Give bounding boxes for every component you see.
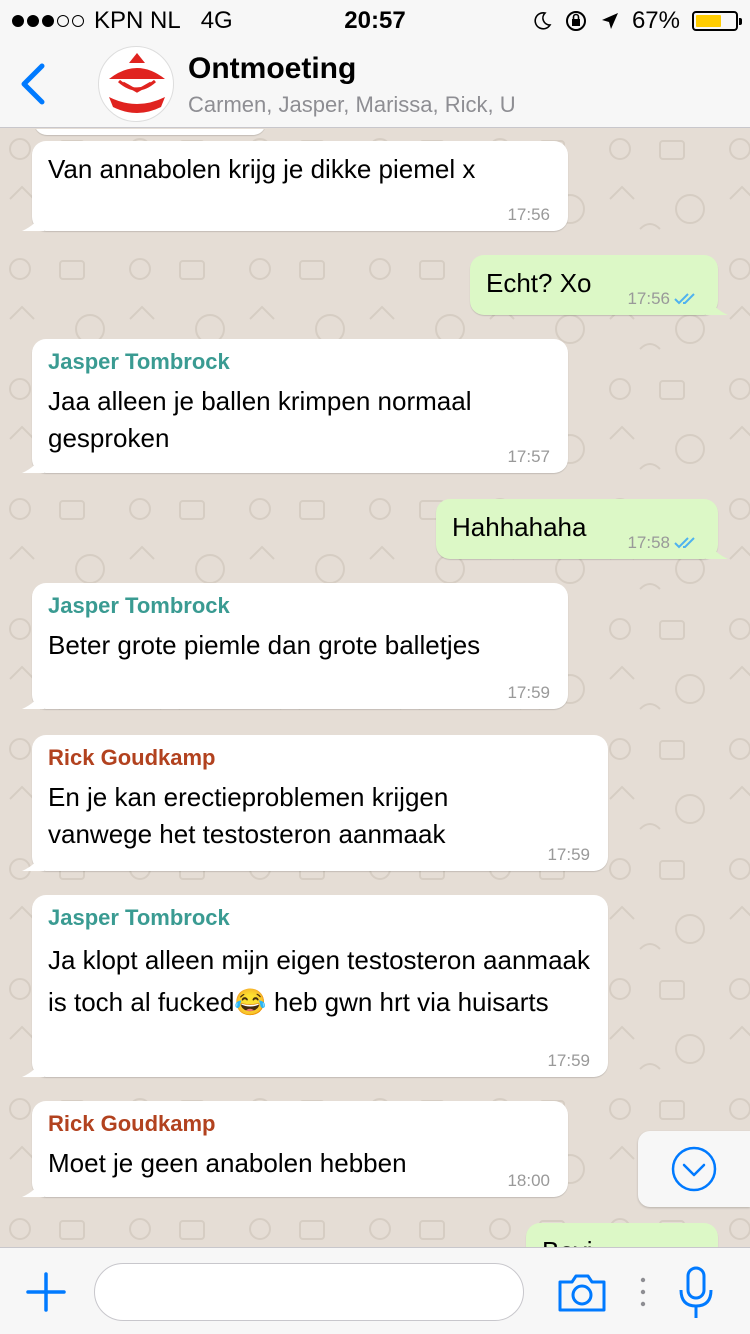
bubble-tail (22, 689, 44, 709)
back-chevron-icon[interactable] (14, 62, 54, 106)
read-ticks-icon (674, 293, 695, 305)
group-logo-icon (109, 53, 165, 113)
message-input-bar (0, 1247, 750, 1334)
message-bubble-outgoing[interactable]: Echt? Xo 17:56 (470, 255, 728, 315)
message-time: 17:59 (547, 1051, 590, 1070)
bubble-tail (706, 295, 728, 315)
message-bubble[interactable]: Rick Goudkamp Moet je geen anabolen hebb… (22, 1101, 568, 1197)
bubble-tail (22, 1057, 44, 1077)
bubble-tail (22, 851, 44, 871)
separator-dots-icon (640, 1277, 646, 1307)
read-ticks-icon (674, 537, 695, 549)
message-time: 17:56 (507, 205, 550, 224)
message-bubble[interactable]: Rick Goudkamp En je kan erectieproblemen… (22, 735, 608, 871)
chat-title[interactable]: Ontmoeting (188, 52, 356, 86)
status-right: 67% (532, 7, 742, 35)
message-text: Jaa alleen je ballen krimpen normaal ges… (48, 386, 472, 453)
message-sender[interactable]: Jasper Tombrock (48, 349, 552, 375)
bubble-tail (22, 1177, 44, 1197)
message-sender[interactable]: Rick Goudkamp (48, 745, 592, 771)
battery-fill (696, 15, 722, 27)
message-text: Beter grote piemle dan grote balletjes (48, 630, 481, 660)
camera-icon[interactable] (556, 1270, 608, 1314)
message-bubble-outgoing[interactable]: Bevi (526, 1223, 718, 1247)
moon-icon (534, 12, 552, 30)
message-text: Moet je geen anabolen hebben (48, 1148, 407, 1178)
message-input[interactable] (94, 1263, 524, 1321)
message-sender[interactable]: Jasper Tombrock (48, 905, 592, 931)
message-partial-top (34, 129, 266, 135)
battery-percent: 67% (631, 7, 680, 34)
message-bubble-outgoing[interactable]: Hahhahaha 17:58 (436, 499, 728, 559)
bubble-tail (22, 453, 44, 473)
message-time: 17:59 (507, 683, 550, 702)
message-bubble[interactable]: Jasper Tombrock Beter grote piemle dan g… (22, 583, 568, 709)
message-sender[interactable]: Jasper Tombrock (48, 593, 552, 619)
message-bubble[interactable]: Jasper Tombrock Jaa alleen je ballen kri… (22, 339, 568, 473)
scroll-to-bottom-button[interactable] (638, 1131, 750, 1207)
message-text: Van annabolen krijg je dikke piemel x (48, 154, 476, 184)
bubble-tail (22, 211, 44, 231)
location-arrow-icon (601, 13, 618, 29)
chat-participants[interactable]: Carmen, Jasper, Marissa, Rick, U (188, 92, 516, 118)
message-sender[interactable]: Rick Goudkamp (48, 1111, 552, 1137)
message-time: 17:57 (507, 447, 550, 466)
rotation-lock-icon (565, 11, 586, 31)
chat-header: Ontmoeting Carmen, Jasper, Marissa, Rick… (0, 40, 750, 128)
microphone-icon[interactable] (676, 1266, 716, 1320)
message-time: 17:58 (627, 533, 700, 553)
message-time: 17:59 (547, 845, 590, 864)
message-text: Ja klopt alleen mijn eigen testosteron a… (48, 945, 590, 1017)
chat-area[interactable]: Van annabolen krijg je dikke piemel x 17… (0, 129, 750, 1247)
plus-icon[interactable] (26, 1272, 66, 1312)
battery-icon (692, 11, 742, 31)
message-text: En je kan erectieproblemen krijgen vanwe… (48, 782, 449, 849)
message-time: 17:56 (627, 289, 700, 309)
chevron-down-circle-icon (671, 1146, 717, 1192)
status-bar: KPN NL 4G 20:57 67% (0, 0, 750, 40)
message-bubble[interactable]: Van annabolen krijg je dikke piemel x 17… (22, 141, 568, 231)
message-text: Bevi (542, 1233, 702, 1247)
message-bubble[interactable]: Jasper Tombrock Ja klopt alleen mijn eig… (22, 895, 608, 1077)
group-avatar[interactable] (98, 46, 174, 122)
message-time: 18:00 (507, 1171, 550, 1190)
bubble-tail (706, 539, 728, 559)
